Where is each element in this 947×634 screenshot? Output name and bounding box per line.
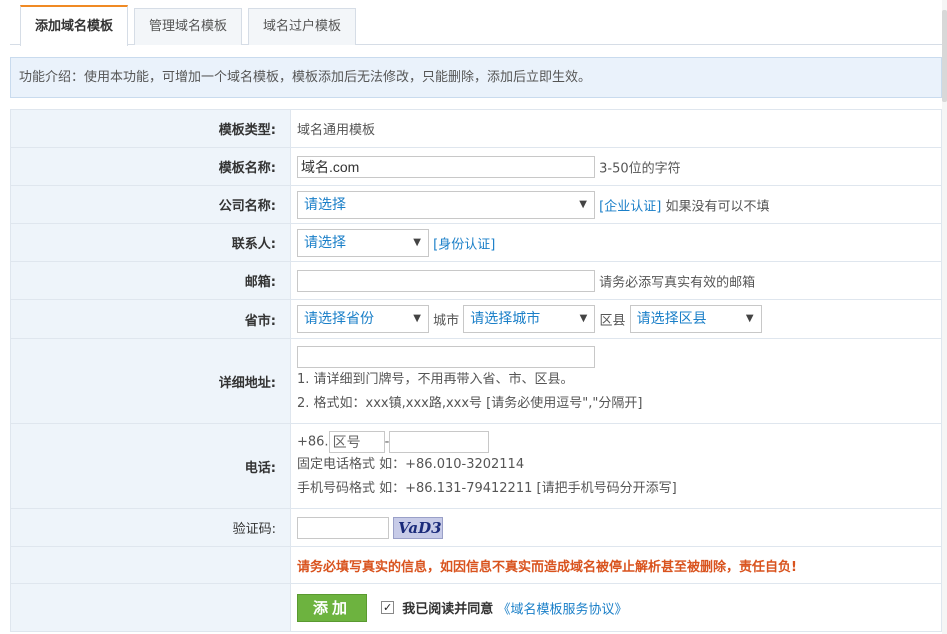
submit-spacer xyxy=(10,583,291,632)
tab-transfer-template[interactable]: 域名过户模板 xyxy=(248,8,356,45)
scrollbar-thumb[interactable] xyxy=(942,10,947,102)
city-select[interactable]: 请选择城市 ▼ xyxy=(463,305,596,333)
area-code-input[interactable] xyxy=(328,431,385,453)
district-select[interactable]: 请选择区县 ▼ xyxy=(629,305,762,333)
agree-label: 我已阅读并同意 xyxy=(402,602,494,617)
template-name-input[interactable] xyxy=(297,155,595,178)
city-label: 城市 xyxy=(433,313,460,329)
phone-number-input[interactable] xyxy=(389,431,490,453)
feature-notice: 功能介绍：使用本功能，可增加一个域名模板，模板添加后无法修改，只能删除，添加后立… xyxy=(10,57,942,98)
company-label: 公司名称: xyxy=(10,185,291,224)
phone-note-1: 固定电话格式 如：+86.010-3202114 xyxy=(297,457,525,472)
email-input[interactable] xyxy=(297,269,595,292)
tab-bar: 添加域名模板 管理域名模板 域名过户模板 xyxy=(10,0,942,46)
email-hint: 请务必添写真实有效的邮箱 xyxy=(599,275,756,290)
enterprise-auth-link[interactable]: [企业认证] xyxy=(599,199,661,214)
captcha-label: 验证码: xyxy=(10,508,291,547)
contact-label: 联系人: xyxy=(10,223,291,262)
template-name-hint: 3-50位的字符 xyxy=(599,161,681,176)
province-select-value: 请选择省份 xyxy=(304,311,374,327)
chevron-down-icon: ▼ xyxy=(413,313,421,324)
truth-warning: 请务必填写真实的信息，如因信息不真实而造成域名被停止解析甚至被删除，责任自负! xyxy=(297,559,797,575)
template-type-value: 域名通用模板 xyxy=(290,109,942,148)
district-select-value: 请选择区县 xyxy=(636,311,707,327)
captcha-input[interactable] xyxy=(297,516,389,539)
email-label: 邮箱: xyxy=(10,261,291,300)
agreement-link[interactable]: 《域名模板服务协议》 xyxy=(497,602,627,617)
chevron-down-icon: ▼ xyxy=(579,313,588,324)
province-select[interactable]: 请选择省份 ▼ xyxy=(297,305,429,333)
contact-select-value: 请选择 xyxy=(304,234,346,251)
address-note-2: 2. 格式如：xxx镇,xxx路,xxx号 [请务必使用逗号","分隔开] xyxy=(297,396,643,411)
company-hint: 如果没有可以不填 xyxy=(665,199,770,214)
contact-select[interactable]: 请选择 ▼ xyxy=(297,228,429,257)
phone-label: 电话: xyxy=(10,423,291,509)
company-select-value: 请选择 xyxy=(304,196,346,213)
add-button[interactable]: 添加 xyxy=(297,593,367,622)
address-input[interactable] xyxy=(297,346,595,368)
district-label: 区县 xyxy=(599,313,626,329)
company-select[interactable]: 请选择 ▼ xyxy=(297,190,595,219)
identity-auth-link[interactable]: [身份认证] xyxy=(433,237,495,252)
city-select-value: 请选择城市 xyxy=(470,311,541,327)
warning-spacer xyxy=(10,546,291,584)
tab-manage-template[interactable]: 管理域名模板 xyxy=(134,8,242,45)
captcha-image[interactable]: VaD3 xyxy=(393,516,444,539)
tab-add-template[interactable]: 添加域名模板 xyxy=(20,5,128,46)
chevron-down-icon: ▼ xyxy=(579,198,587,210)
template-type-label: 模板类型: xyxy=(10,109,291,148)
agree-checkbox[interactable]: ✓ xyxy=(381,601,395,614)
chevron-down-icon: ▼ xyxy=(745,313,754,324)
phone-note-2: 手机号码格式 如：+86.131-79412211 [请把手机号码分开添写] xyxy=(297,481,677,496)
province-city-label: 省市: xyxy=(10,299,291,339)
address-label: 详细地址: xyxy=(10,338,291,424)
address-note-1: 1. 请详细到门牌号，不用再带入省、市、区县。 xyxy=(297,372,574,387)
phone-country-code: +86. xyxy=(297,434,329,450)
template-form: 模板类型: 域名通用模板 模板名称: 3-50位的字符 公司名称: 请选择 ▼ [… xyxy=(10,109,942,632)
template-name-label: 模板名称: xyxy=(10,147,291,186)
chevron-down-icon: ▼ xyxy=(413,236,421,248)
